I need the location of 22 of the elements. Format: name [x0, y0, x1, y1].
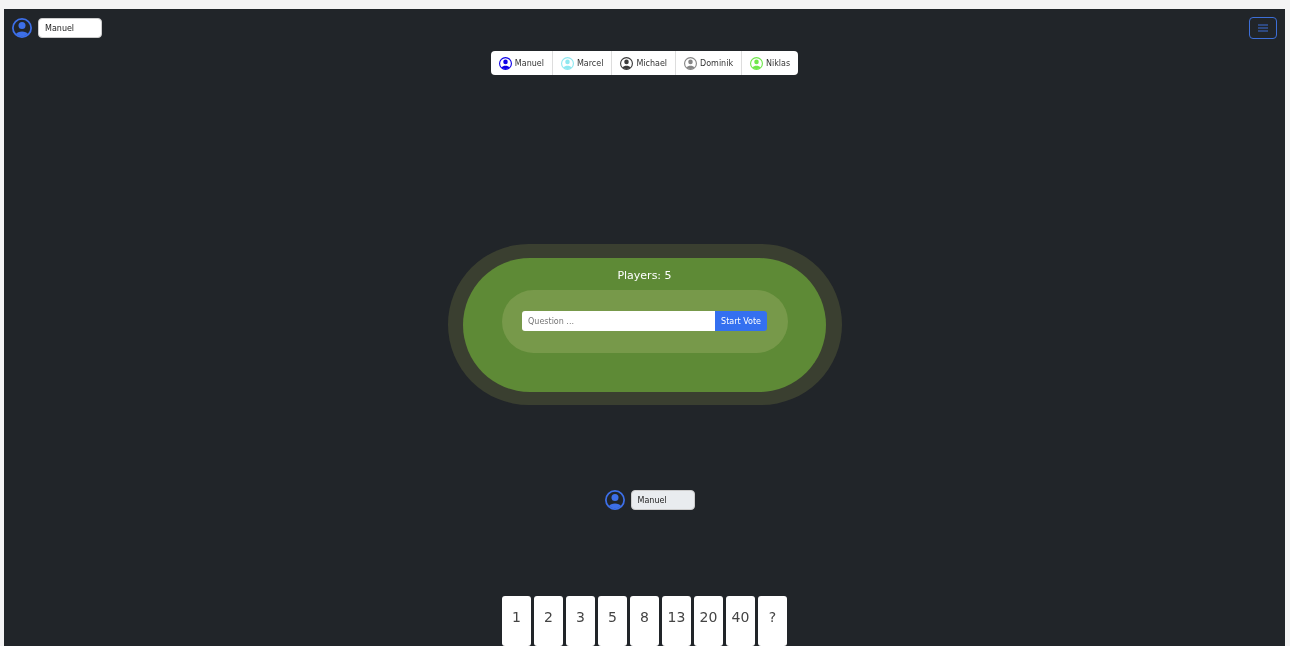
vote-card[interactable]: 20 [694, 596, 723, 646]
vote-card[interactable]: 8 [630, 596, 659, 646]
menu-icon [1257, 23, 1269, 34]
player-count: Players: 5 [617, 268, 672, 282]
name-field[interactable]: Manuel [38, 18, 102, 39]
question-field[interactable]: Question ... [522, 311, 716, 332]
player-name: Michael [636, 58, 668, 68]
user-icon [12, 18, 32, 39]
vote-card[interactable]: 40 [726, 596, 755, 646]
vote-card[interactable]: ? [758, 596, 787, 646]
start-vote-button[interactable]: Start Vote [715, 311, 767, 332]
player-name: Manuel [514, 58, 544, 68]
player-name: Marcel [576, 58, 604, 68]
menu-button[interactable] [1249, 17, 1277, 40]
vote-card[interactable]: 1 [502, 596, 531, 646]
vote-card[interactable]: 2 [534, 596, 563, 646]
player-name: Dominik [700, 58, 734, 68]
player-name: Niklas [766, 58, 791, 68]
vote-card[interactable]: 3 [566, 596, 595, 646]
vote-card[interactable]: 13 [662, 596, 691, 646]
vote-card[interactable]: 5 [598, 596, 627, 646]
user-icon [604, 490, 625, 510]
